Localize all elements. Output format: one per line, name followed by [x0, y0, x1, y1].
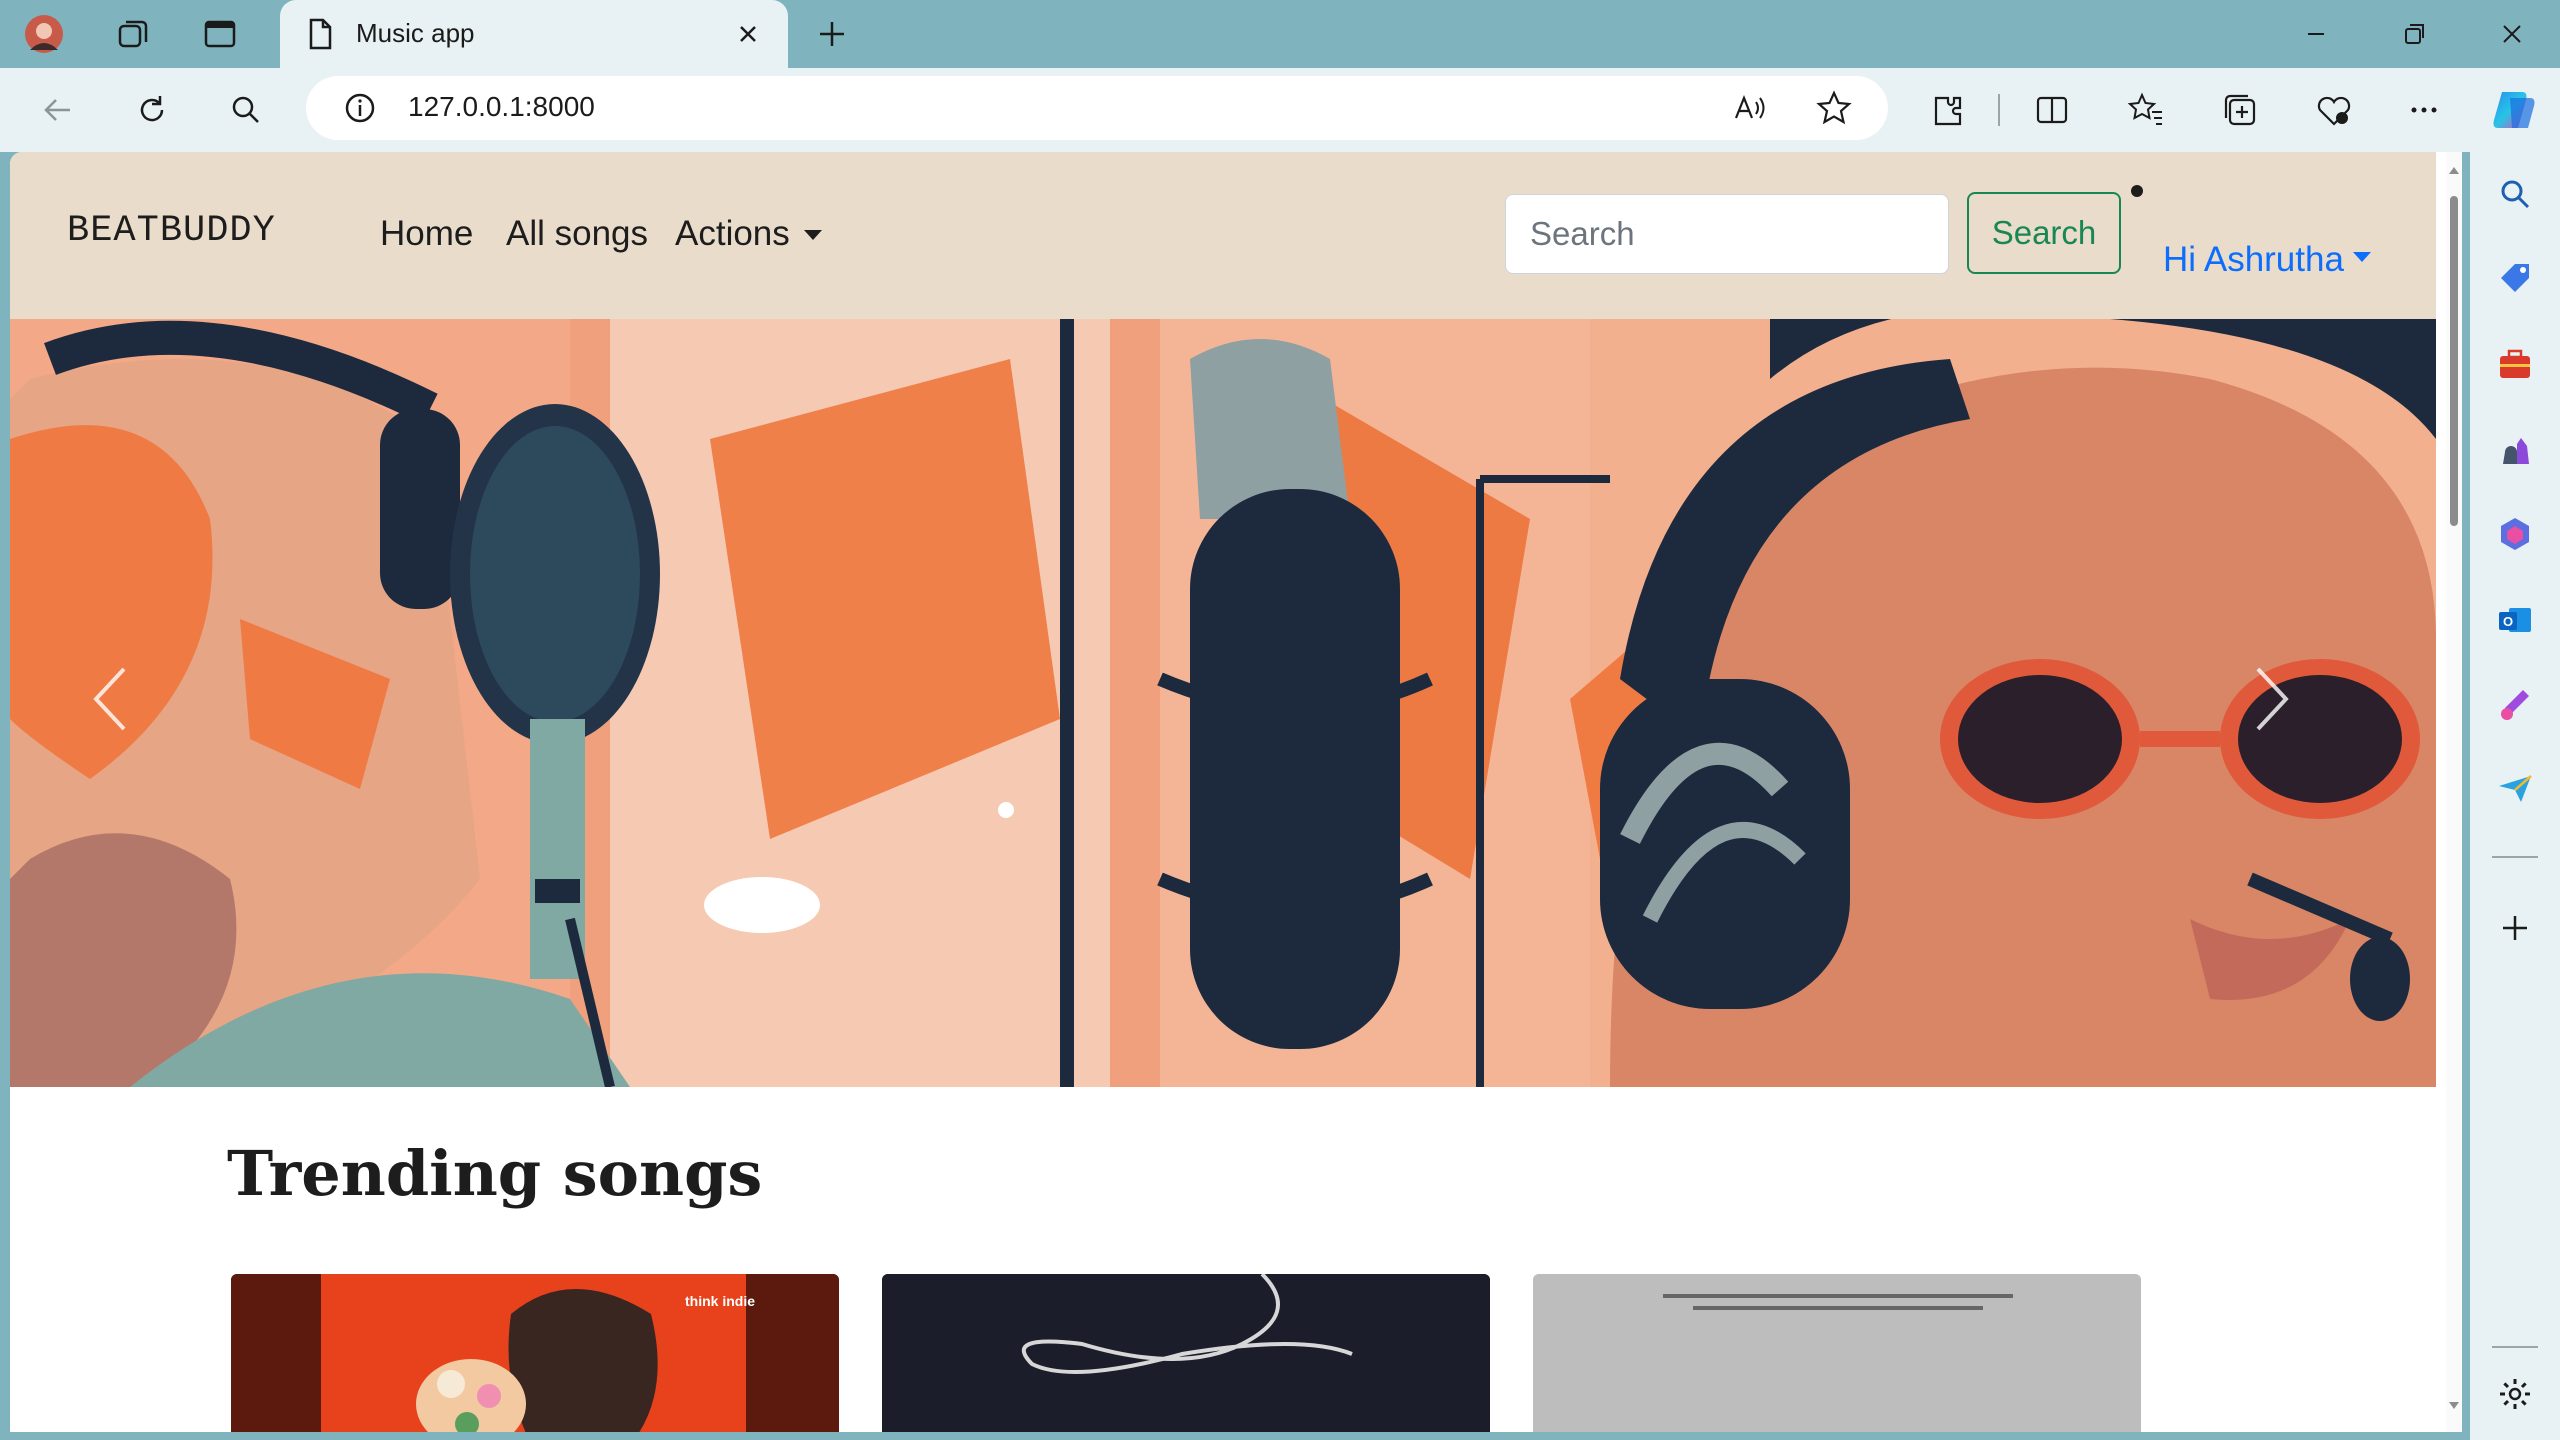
split-screen-icon[interactable] — [2032, 90, 2072, 130]
address-bar[interactable]: 127.0.0.1:8000 — [306, 76, 1888, 140]
sidebar-add-icon[interactable] — [2495, 908, 2535, 948]
hero-illustration — [10, 319, 2436, 1087]
extensions-icon[interactable] — [1928, 90, 1968, 130]
song-card[interactable] — [882, 1274, 1490, 1432]
shopping-tag-icon[interactable] — [2495, 258, 2535, 298]
designer-icon[interactable] — [2495, 684, 2535, 724]
notification-dot — [2131, 185, 2143, 197]
restore-icon[interactable] — [2394, 14, 2434, 54]
collections-icon[interactable] — [2220, 90, 2260, 130]
sidebar-settings-icon[interactable] — [2495, 1374, 2535, 1414]
games-chess-icon[interactable] — [2495, 430, 2535, 470]
svg-text:O: O — [2503, 614, 2513, 629]
song-card[interactable] — [1533, 1274, 2141, 1432]
sidebar-divider-bottom — [2492, 1346, 2538, 1348]
song-cover-image[interactable]: think indie — [231, 1274, 839, 1432]
search-button[interactable]: Search — [1967, 192, 2121, 274]
sidebar-search-icon[interactable] — [2495, 174, 2535, 214]
page-viewport: BEATBUDDY Home All songs Actions Search … — [10, 152, 2462, 1432]
tools-briefcase-icon[interactable] — [2495, 344, 2535, 384]
more-icon[interactable] — [2404, 90, 2444, 130]
nav-all-songs-link[interactable]: All songs — [506, 214, 648, 254]
back-icon[interactable] — [38, 90, 78, 130]
edge-sidebar: O — [2470, 152, 2560, 1440]
hero-carousel — [10, 319, 2436, 1087]
browser-essentials-icon[interactable] — [2314, 90, 2354, 130]
carousel-prev-icon[interactable] — [70, 649, 150, 749]
close-window-icon[interactable] — [2492, 14, 2532, 54]
read-aloud-icon[interactable] — [1730, 88, 1770, 128]
nav-home-link[interactable]: Home — [380, 214, 473, 254]
site-info-icon[interactable] — [340, 88, 380, 128]
site-brand[interactable]: BEATBUDDY — [67, 210, 276, 252]
toolbar-divider — [1998, 94, 2000, 126]
song-card[interactable]: think indie — [231, 1274, 839, 1432]
search-input[interactable] — [1505, 194, 1949, 274]
page-scrollbar[interactable] — [2446, 152, 2462, 1432]
page-icon — [309, 18, 332, 50]
vertical-tabs-icon[interactable] — [200, 14, 240, 54]
user-menu-dropdown[interactable]: Hi Ashrutha — [2163, 240, 2344, 280]
outlook-icon[interactable]: O — [2495, 600, 2535, 640]
url-text[interactable]: 127.0.0.1:8000 — [408, 91, 595, 123]
carousel-next-icon[interactable] — [2232, 649, 2312, 749]
user-chevron-down-icon[interactable] — [2353, 252, 2371, 262]
tab-title: Music app — [356, 18, 475, 48]
scroll-down-icon[interactable] — [2447, 1398, 2461, 1412]
m365-icon[interactable] — [2495, 514, 2535, 554]
site-navbar: BEATBUDDY Home All songs Actions Search … — [10, 152, 2436, 319]
trending-songs-heading: Trending songs — [227, 1137, 763, 1210]
active-tab[interactable]: Music app — [280, 0, 788, 68]
search-icon[interactable] — [226, 90, 266, 130]
browser-toolbar: 127.0.0.1:8000 — [0, 68, 2560, 152]
send-icon[interactable] — [2495, 768, 2535, 808]
browser-titlebar: Music app — [0, 0, 2560, 68]
favorite-star-icon[interactable] — [1814, 88, 1854, 128]
close-tab-icon[interactable] — [728, 14, 768, 54]
song-cover-image[interactable] — [882, 1274, 1490, 1432]
song-cover-image[interactable] — [1533, 1274, 2141, 1432]
new-tab-icon[interactable] — [812, 14, 852, 54]
minimize-icon[interactable] — [2296, 14, 2336, 54]
favorites-icon[interactable] — [2126, 90, 2166, 130]
scroll-thumb[interactable] — [2450, 196, 2458, 526]
chevron-down-icon[interactable] — [804, 230, 822, 240]
copilot-icon[interactable] — [2488, 84, 2540, 136]
scroll-up-icon[interactable] — [2447, 164, 2461, 178]
refresh-icon[interactable] — [132, 90, 172, 130]
sidebar-divider — [2492, 856, 2538, 858]
nav-actions-dropdown[interactable]: Actions — [675, 214, 790, 254]
card-cover-text: think indie — [685, 1293, 755, 1309]
workspaces-icon[interactable] — [112, 14, 152, 54]
profile-avatar-icon[interactable] — [24, 14, 64, 54]
